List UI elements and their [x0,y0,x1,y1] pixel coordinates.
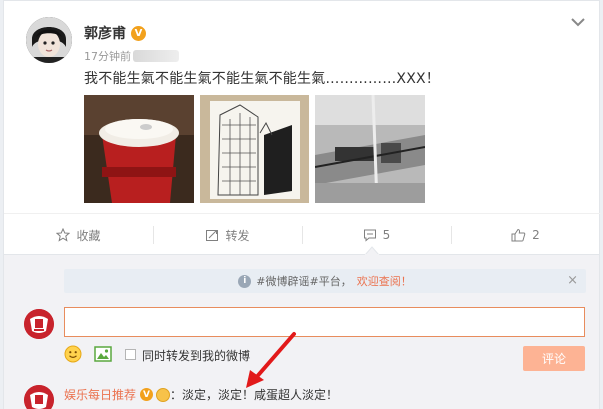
commenter-name[interactable]: 娱乐每日推荐 [64,386,136,403]
post-action-bar: 收藏 转发 5 2 [4,213,601,255]
current-user-avatar[interactable] [24,309,54,339]
star-icon [56,228,71,242]
verified-badge-icon: V [140,388,154,401]
thumbs-up-icon [511,228,526,242]
like-count: 2 [532,228,540,242]
post-image-building-sketch[interactable] [200,95,309,203]
notice-text: #微博辟谣#平台， [256,275,352,288]
author-name[interactable]: 郭彦甫 [84,23,126,43]
post-text: 我不能生氣不能生氣不能生氣不能生氣……………XXX！ [84,71,440,87]
info-icon: i [238,274,252,288]
fan-badge-icon [156,387,171,402]
submit-comment-button[interactable]: 评论 [523,346,585,371]
post-time[interactable]: 17分钟前 [84,48,131,64]
emoji-icon[interactable] [64,345,82,363]
comment-count: 5 [382,228,391,242]
commenter-avatar[interactable] [24,385,54,409]
weibo-post-card: 郭彦甫 V 17分钟前 我不能生氣不能生氣不能生氣不能生氣……………XXX！ 收… [3,0,601,255]
comment-panel: i #微博辟谣#平台， 欢迎查阅！ × 同时转发到我的微博 评论 娱乐每日推荐 … [3,255,600,409]
verified-badge-icon: V [131,25,146,41]
post-image-coffee-cup[interactable] [84,95,194,203]
repost-button[interactable]: 转发 [153,214,302,256]
chevron-down-icon[interactable] [570,17,586,27]
repost-checkbox-label: 同时转发到我的微博 [142,349,251,363]
comment-input[interactable] [64,307,585,337]
close-icon[interactable]: × [567,273,578,288]
favorite-button[interactable]: 收藏 [4,214,153,256]
post-meta: 17分钟前 [84,48,179,64]
author-row: 郭彦甫 V [84,23,146,43]
like-button[interactable]: 2 [451,214,600,256]
repost-label: 转发 [225,228,250,243]
comment-text: ：淡定，淡定！咸蛋超人淡定！ [170,388,339,402]
author-avatar[interactable] [26,17,72,63]
image-upload-icon[interactable] [94,346,112,362]
post-image-black-white[interactable] [315,95,425,203]
comment-icon [363,229,376,242]
repost-icon [206,230,219,241]
blurred-source [133,50,179,62]
rumor-notice-bar: i #微博辟谣#平台， 欢迎查阅！ × [64,269,586,293]
comment-caret-pointer [365,246,379,255]
repost-checkbox[interactable] [125,349,136,360]
comment-item: 娱乐每日推荐 V ：淡定，淡定！咸蛋超人淡定！ [64,386,338,403]
favorite-label: 收藏 [76,228,101,243]
notice-link[interactable]: 欢迎查阅！ [357,273,412,289]
